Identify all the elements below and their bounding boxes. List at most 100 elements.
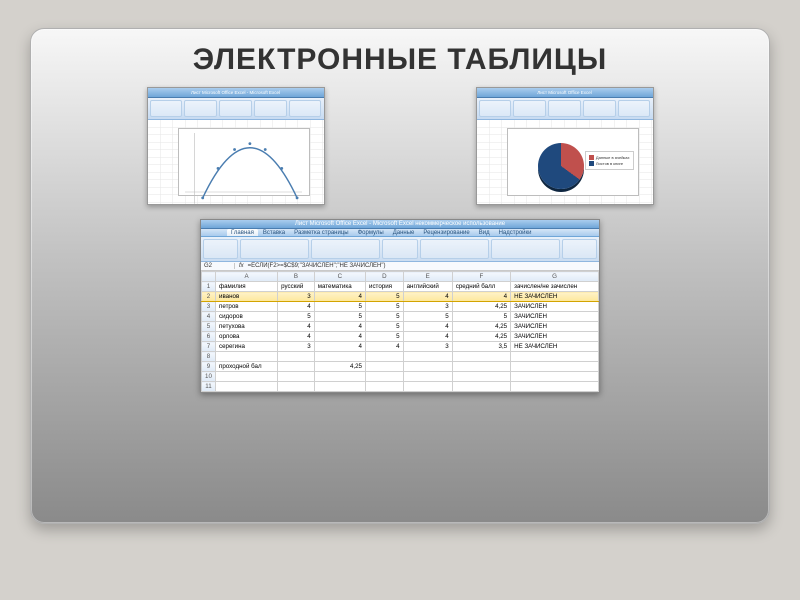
cell: 4 [403, 292, 452, 302]
thumbnail-pie-chart: Лист Microsoft Office Excel Данные в яче… [476, 87, 654, 205]
cell: НЕ ЗАЧИСЛЕН [511, 342, 599, 352]
cell [452, 382, 510, 392]
col-header: F [452, 272, 510, 282]
cell: 5 [314, 302, 365, 312]
fx-icon: fx [235, 263, 244, 269]
table-row: 7серегина34433,5НЕ ЗАЧИСЛЕН [202, 342, 599, 352]
cell: 4,25 [314, 362, 365, 372]
cell [216, 372, 278, 382]
table-row: 10 [202, 372, 599, 382]
row-header: 2 [202, 292, 216, 302]
cell [452, 352, 510, 362]
pie-chart-icon [538, 143, 584, 189]
cell [278, 372, 315, 382]
cell: 3,5 [452, 342, 510, 352]
cell: 5 [403, 312, 452, 322]
cell [366, 362, 404, 372]
cell: 4 [314, 342, 365, 352]
cell [366, 382, 404, 392]
cell: ЗАЧИСЛЕН [511, 332, 599, 342]
cell: НЕ ЗАЧИСЛЕН [511, 292, 599, 302]
col-header: E [403, 272, 452, 282]
col-header: B [278, 272, 315, 282]
cell: 3 [403, 342, 452, 352]
cell [216, 382, 278, 392]
col-header: C [314, 272, 365, 282]
row-header: 4 [202, 312, 216, 322]
header-cell: история [366, 282, 404, 292]
cell: 5 [366, 312, 404, 322]
ribbon-tabs: ГлавнаяВставкаРазметка страницыФормулыДа… [201, 229, 599, 238]
row-header: 11 [202, 382, 216, 392]
cell [216, 352, 278, 362]
cell: 5 [452, 312, 510, 322]
cell [403, 362, 452, 372]
header-cell: фамилия [216, 282, 278, 292]
ribbon [148, 98, 324, 120]
cell [452, 362, 510, 372]
table-row: 6орлова44544,25ЗАЧИСЛЕН [202, 332, 599, 342]
header-cell: математика [314, 282, 365, 292]
cell [511, 352, 599, 362]
cell: 4 [403, 322, 452, 332]
chart-area [178, 128, 310, 196]
ribbon-tab: Рецензирование [419, 229, 473, 237]
row-header: 1 [202, 282, 216, 292]
row-header: 6 [202, 332, 216, 342]
cell: 4 [366, 342, 404, 352]
row-header: 8 [202, 352, 216, 362]
window-titlebar: Лист Microsoft Office Excel [477, 88, 653, 98]
cell [452, 372, 510, 382]
cell: 4,25 [452, 332, 510, 342]
cell: иванов [216, 292, 278, 302]
header-cell: английский [403, 282, 452, 292]
cell: 4,25 [452, 322, 510, 332]
row-header: 10 [202, 372, 216, 382]
table-row: 3петров45534,25ЗАЧИСЛЕН [202, 302, 599, 312]
col-header: D [366, 272, 404, 282]
spreadsheet-grid: ABCDEFG 1фамилиярусскийматематикаистория… [201, 271, 599, 392]
cell: 5 [366, 302, 404, 312]
cell [403, 352, 452, 362]
cell: 4,25 [452, 302, 510, 312]
cell [403, 382, 452, 392]
cell [511, 372, 599, 382]
cell: 5 [366, 332, 404, 342]
pie-legend: Данные в ячейках Листов в книге [585, 151, 634, 170]
cell: 4 [278, 302, 315, 312]
header-cell: зачислен/не зачислен [511, 282, 599, 292]
cell: ЗАЧИСЛЕН [511, 322, 599, 332]
window-titlebar: Лист Microsoft Office Excel - Microsoft … [148, 88, 324, 98]
cell: 4 [278, 322, 315, 332]
chart-area: Данные в ячейках Листов в книге [507, 128, 639, 196]
cell [278, 352, 315, 362]
cell: 4 [314, 292, 365, 302]
cell [314, 372, 365, 382]
cell: 5 [314, 312, 365, 322]
cell: серегина [216, 342, 278, 352]
thumbs-row: Лист Microsoft Office Excel - Microsoft … [31, 77, 769, 205]
table-row: 8 [202, 352, 599, 362]
row-header: 5 [202, 322, 216, 332]
slide-card: ЭЛЕКТРОННЫЕ ТАБЛИЦЫ Лист Microsoft Offic… [30, 28, 770, 524]
cell [314, 382, 365, 392]
cell: 3 [278, 292, 315, 302]
worksheet-area: Данные в ячейках Листов в книге [477, 120, 653, 204]
cell: ЗАЧИСЛЕН [511, 312, 599, 322]
ribbon-tab: Формулы [354, 229, 388, 237]
col-header: A [216, 272, 278, 282]
ribbon-tab: Данные [389, 229, 419, 237]
cell: сидоров [216, 312, 278, 322]
cell [278, 362, 315, 372]
cell [403, 372, 452, 382]
worksheet-area [148, 120, 324, 204]
cell: 4 [314, 322, 365, 332]
slide-title: ЭЛЕКТРОННЫЕ ТАБЛИЦЫ [31, 43, 769, 77]
cell: петухова [216, 322, 278, 332]
ribbon [477, 98, 653, 120]
row-header: 3 [202, 302, 216, 312]
ribbon-tab: Разметка страницы [290, 229, 352, 237]
cell [278, 382, 315, 392]
cell [511, 382, 599, 392]
ribbon-tab: Надстройки [495, 229, 536, 237]
